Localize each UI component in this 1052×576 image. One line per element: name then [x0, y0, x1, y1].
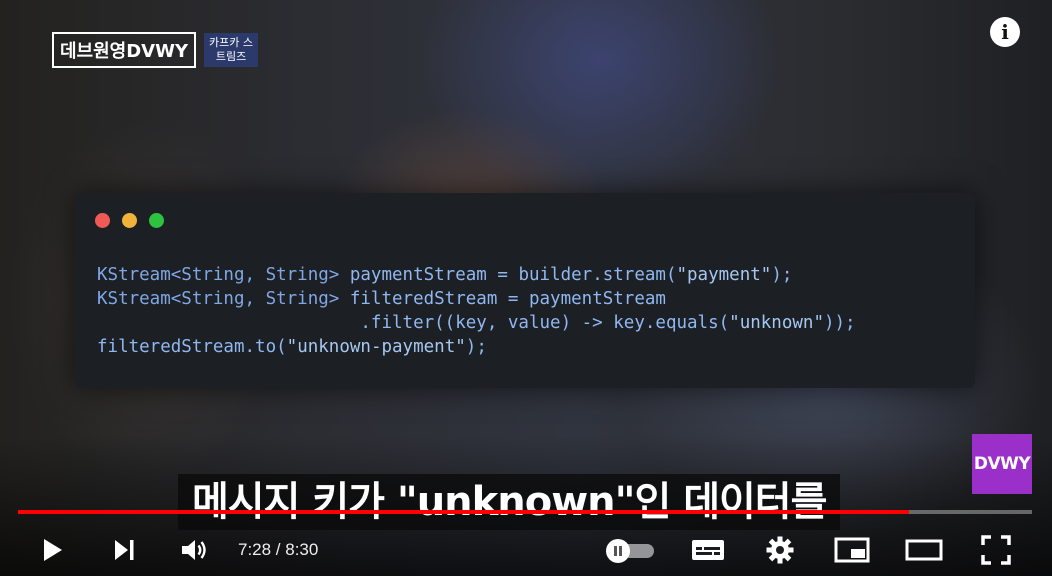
subtitles-icon [692, 540, 724, 560]
volume-button[interactable] [176, 532, 212, 568]
next-button[interactable] [106, 532, 142, 568]
subtitle-caption: 메시지 키가 "unknown"인 데이터를 [178, 474, 841, 530]
fullscreen-button[interactable] [978, 532, 1014, 568]
time-display: 7:28 / 8:30 [238, 540, 319, 559]
window-maximize-dot [149, 213, 164, 228]
code-window: KStream<String, String> paymentStream = … [75, 193, 975, 388]
channel-name: 데브원영DVWY [52, 32, 197, 68]
code-token: ); [465, 337, 487, 357]
autoplay-toggle[interactable] [606, 539, 654, 563]
volume-icon [182, 540, 206, 560]
channel-watermark: 데브원영DVWY 카프카 스트림즈 [52, 32, 259, 68]
play-icon [44, 539, 62, 561]
theater-button[interactable] [904, 532, 944, 568]
settings-button[interactable] [762, 532, 798, 568]
player-controls: 7:28 / 8:30 [0, 528, 1052, 572]
channel-tag: 카프카 스트림즈 [204, 33, 259, 67]
gear-icon [766, 536, 794, 564]
skip-next-icon [115, 540, 134, 560]
miniplayer-button[interactable] [832, 532, 872, 568]
window-close-dot [95, 213, 110, 228]
code-token: .filter((key, value) -> key.equals( [97, 313, 730, 333]
code-line: filteredStream.to("unknown-payment"); [97, 335, 856, 359]
code-token: "payment" [676, 265, 772, 285]
code-token: "unknown" [729, 313, 824, 333]
code-line: KStream<String, String> filteredStream =… [97, 287, 856, 311]
info-icon[interactable]: i [990, 17, 1020, 47]
code-token: ); [771, 265, 793, 285]
code-block: KStream<String, String> paymentStream = … [97, 263, 856, 359]
code-token: paymentStream = builder.stream( [339, 265, 677, 285]
progress-played [18, 510, 910, 514]
code-line: .filter((key, value) -> key.equals("unkn… [97, 311, 856, 335]
code-token: "unknown-payment" [286, 337, 466, 357]
code-token: )); [823, 313, 856, 333]
autoplay-knob [606, 539, 630, 563]
code-token: KStream<String, String> [97, 289, 340, 309]
progress-bar[interactable] [18, 510, 1032, 514]
code-line: KStream<String, String> paymentStream = … [97, 263, 856, 287]
window-minimize-dot [122, 213, 137, 228]
fullscreen-icon [981, 535, 1011, 565]
subtitles-button[interactable] [690, 532, 726, 568]
code-token: filteredStream = paymentStream [339, 289, 666, 309]
miniplayer-icon [834, 537, 870, 563]
theater-mode-icon [905, 539, 943, 561]
code-token: KStream<String, String> [97, 265, 340, 285]
play-button[interactable] [34, 532, 70, 568]
brand-badge: DVWY [972, 434, 1032, 494]
code-token: filteredStream.to( [97, 337, 287, 357]
pause-icon [614, 546, 622, 556]
